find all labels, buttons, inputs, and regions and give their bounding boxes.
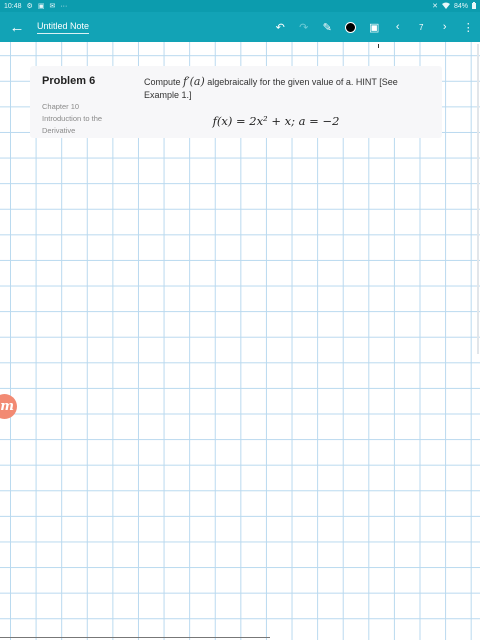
back-button[interactable]: ← <box>0 12 34 42</box>
pen-tool-button[interactable]: ✎ <box>316 12 340 42</box>
undo-button[interactable]: ↶ <box>269 12 293 42</box>
image-icon: ▣ <box>37 3 45 10</box>
problem-statement: Compute f′(a) algebraically for the give… <box>144 75 434 102</box>
mail-icon: ✉ <box>49 3 56 10</box>
image-icon: ▣ <box>369 21 380 34</box>
problem-math-term: f′(a) <box>183 75 205 88</box>
chevron-right-icon: › <box>442 21 447 33</box>
problem-formula: f(x) = 2x² + x; a = −2 <box>212 114 340 128</box>
settings-icon: ⚙ <box>26 3 33 10</box>
chapter-title: Introduction to the Derivative <box>42 114 103 135</box>
redo-button[interactable]: ↷ <box>292 12 316 42</box>
page-number-label: 7 <box>419 22 424 32</box>
problem-card[interactable]: Problem 6 Chapter 10 Introduction to the… <box>30 66 442 138</box>
insert-image-button[interactable]: ▣ <box>363 12 387 42</box>
battery-level: 84% <box>453 2 468 10</box>
status-bar: 10:48 ⚙ ▣ ✉ ··· ✕ 84% <box>0 0 480 12</box>
page-bottom-divider <box>0 637 270 638</box>
undo-icon: ↶ <box>275 21 285 34</box>
more-menu-button[interactable]: ⋮ <box>457 12 480 42</box>
badge-letter: m <box>0 399 14 414</box>
note-title-input[interactable]: Untitled Note <box>37 21 90 34</box>
problem-text-before: Compute <box>144 77 181 87</box>
more-icon: ··· <box>60 2 68 10</box>
problem-title: Problem 6 <box>42 75 96 87</box>
app-toolbar: ← Untitled Note ↶ ↷ ✎ ▣ ‹ 7 › ⋮ <box>0 12 480 42</box>
pen-icon: ✎ <box>322 21 332 34</box>
status-time: 10:48 <box>4 2 22 10</box>
scrollbar[interactable] <box>477 44 479 354</box>
cursor-tick <box>378 44 379 48</box>
wifi-icon <box>441 2 450 11</box>
chapter-info: Chapter 10 Introduction to the Derivativ… <box>42 101 122 137</box>
chapter-number: Chapter 10 <box>42 102 80 111</box>
more-vertical-icon: ⋮ <box>462 21 474 34</box>
previous-page-button[interactable]: ‹ <box>386 12 410 42</box>
back-arrow-icon: ← <box>9 18 25 36</box>
chevron-left-icon: ‹ <box>395 21 400 33</box>
color-swatch-icon <box>345 21 357 33</box>
redo-icon: ↷ <box>299 21 309 34</box>
page-number: 7 <box>410 12 434 42</box>
mute-icon: ✕ <box>432 3 438 10</box>
ink-color-button[interactable] <box>339 12 363 42</box>
next-page-button[interactable]: › <box>433 12 457 42</box>
battery-icon <box>472 1 476 11</box>
app-badge-icon[interactable]: m <box>0 394 17 419</box>
